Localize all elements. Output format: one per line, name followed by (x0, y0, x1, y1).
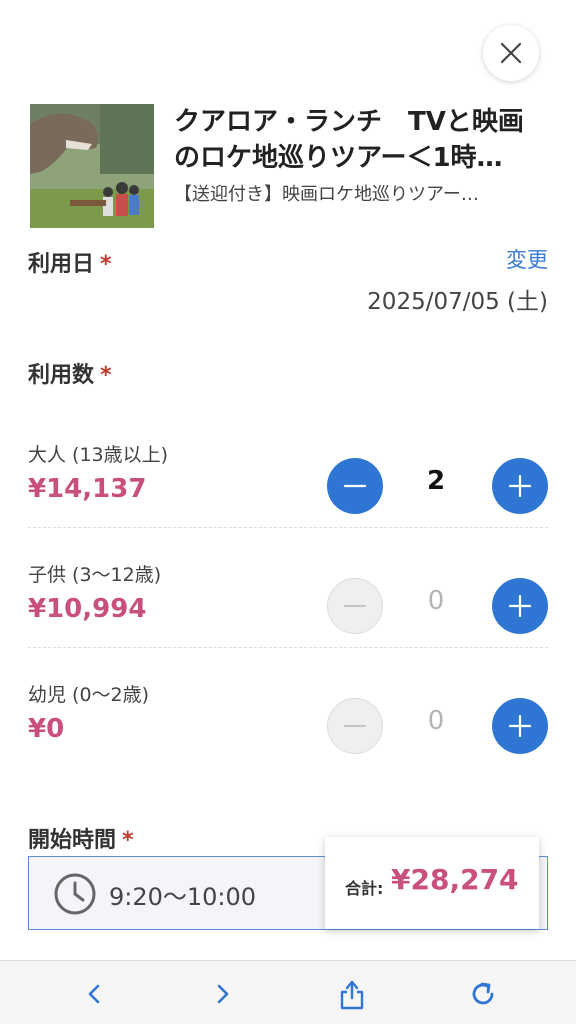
minus-icon (343, 484, 367, 488)
plus-icon (508, 714, 532, 738)
total-value: ¥28,274 (391, 863, 519, 896)
start-time-label: 開始時間 * (28, 822, 134, 854)
plus-icon (508, 474, 532, 498)
quantity-row-infant: 幼児 (0〜2歳) ¥0 0 (28, 680, 548, 800)
product-thumbnail (30, 104, 154, 228)
chevron-right-icon (217, 984, 229, 1004)
back-button[interactable] (79, 979, 109, 1009)
minus-icon (344, 725, 366, 727)
total-price-card: 合計: ¥28,274 (325, 837, 539, 929)
required-mark: * (100, 363, 112, 388)
adult-count: 2 (426, 466, 446, 496)
reload-icon (472, 982, 494, 1005)
infant-count: 0 (427, 706, 445, 736)
share-button[interactable] (337, 979, 367, 1010)
change-date-link[interactable]: 変更 (506, 244, 548, 274)
product-title-line-2: のロケ地巡りツアー＜1時… (174, 143, 503, 173)
date-label: 利用日 * (28, 246, 112, 278)
age-label: 子供 (3〜12歳) (28, 564, 162, 586)
row-divider (28, 527, 548, 528)
unit-price: ¥0 (28, 714, 65, 744)
child-plus-button[interactable] (492, 578, 548, 634)
infant-plus-button[interactable] (492, 698, 548, 754)
product-title: クアロア・ランチ TVと映画 のロケ地巡りツアー＜1時… (174, 104, 554, 176)
age-label: 大人 (13歳以上) (28, 444, 169, 466)
start-time-label-text: 開始時間 (28, 828, 117, 853)
total-label: 合計: (345, 879, 384, 898)
product-subtitle: 【送迎付き】映画ロケ地巡りツアー… (174, 184, 479, 205)
close-button[interactable] (483, 25, 539, 81)
required-mark: * (122, 828, 134, 853)
child-count: 0 (427, 586, 445, 616)
browser-toolbar (0, 960, 576, 1024)
adult-plus-button[interactable] (492, 458, 548, 514)
reload-button[interactable] (468, 979, 498, 1009)
start-time-value: 9:20〜10:00 (109, 883, 257, 911)
quantity-row-adult: 大人 (13歳以上) ¥14,137 2 (28, 440, 548, 560)
unit-price: ¥10,994 (28, 594, 147, 624)
quantity-label: 利用数 * (28, 357, 112, 389)
chevron-left-icon (88, 984, 100, 1004)
adult-minus-button[interactable] (327, 458, 383, 514)
unit-price: ¥14,137 (28, 474, 147, 504)
infant-minus-button[interactable] (327, 698, 383, 754)
product-header: クアロア・ランチ TVと映画 のロケ地巡りツアー＜1時… 【送迎付き】映画ロケ地… (30, 104, 550, 228)
child-minus-button[interactable] (327, 578, 383, 634)
clock-icon (54, 873, 96, 915)
row-divider (28, 647, 548, 648)
share-icon (340, 980, 364, 1010)
quantity-label-text: 利用数 (28, 363, 95, 388)
date-label-text: 利用日 (28, 252, 95, 277)
product-title-line-1: クアロア・ランチ TVと映画 (174, 107, 524, 137)
minus-icon (344, 605, 366, 607)
quantity-row-child: 子供 (3〜12歳) ¥10,994 0 (28, 560, 548, 680)
close-icon (500, 42, 522, 64)
age-label: 幼児 (0〜2歳) (28, 684, 150, 706)
plus-icon (508, 594, 532, 618)
required-mark: * (100, 252, 112, 277)
selected-date: 2025/07/05 (土) (367, 289, 548, 315)
forward-button[interactable] (208, 979, 238, 1009)
